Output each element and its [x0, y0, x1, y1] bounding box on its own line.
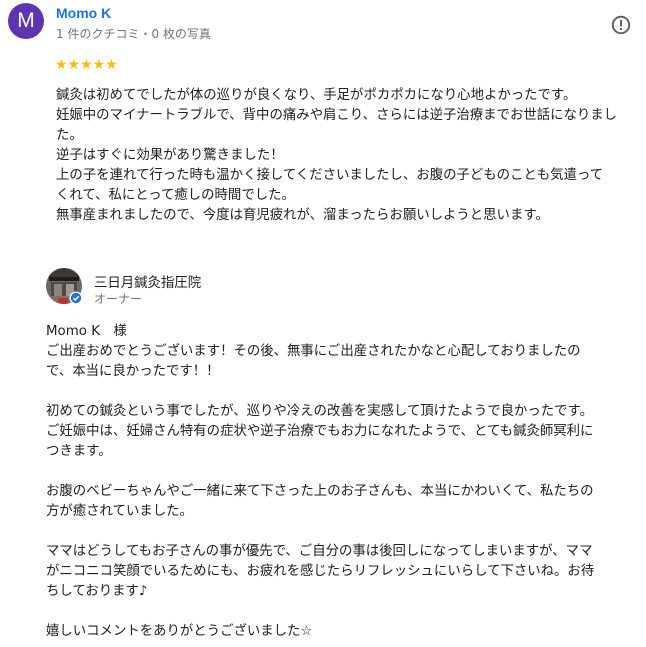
reviewer-avatar-letter: M — [17, 9, 35, 32]
reviewer-avatar[interactable]: M — [8, 3, 44, 39]
star-rating: ★★★★★ — [55, 57, 118, 73]
owner-reply-text: Momo K 様 ご出産おめでとうございます！その後、無事にご出産されたかなと心… — [46, 322, 636, 642]
review-line: 鍼灸は初めてでしたが体の巡りが良くなり、手足がポカポカになり心地よかったです。 — [56, 88, 577, 103]
reviewer-meta: 1 件のクチコミ・0 枚の写真 — [56, 27, 211, 41]
reply-line: ママはどうしてもお子さんの事が優先で、ご自分の事は後回しになってしまいますが、マ… — [46, 544, 593, 559]
reply-line: つきます。 — [46, 444, 112, 459]
reply-line: 方が癒されていました。 — [46, 504, 193, 519]
review-line: 無事産まれましたので、今度は育児疲れが、溜まったらお願いしようと思います。 — [56, 208, 549, 223]
owner-role: オーナー — [94, 292, 143, 306]
review-line: 上の子を連れて行った時も温かく接してくださいましたし、お腹の子どものことも気遣っ… — [56, 168, 604, 183]
review-line: 逆子はすぐに効果があり驚きました！ — [56, 148, 284, 163]
owner-avatar[interactable] — [46, 268, 83, 305]
review-line: くれて、私にとって癒しの時間でした。 — [56, 188, 295, 203]
reply-line: 嬉しいコメントをありがとうございました☆ — [46, 624, 313, 639]
reviewer-name[interactable]: Momo K — [56, 5, 111, 21]
reply-line: ご出産おめでとうございます！その後、無事にご出産されたかなと心配しておりましたの — [46, 344, 581, 359]
report-button[interactable] — [610, 14, 632, 36]
verified-check-icon — [70, 292, 82, 304]
report-flag-icon — [611, 15, 631, 35]
reply-line: ご妊娠中は、妊婦さん特有の症状や逆子治療でもお力になれたようで、とても鍼灸師冥利… — [46, 424, 594, 439]
reply-line: Momo K 様 — [46, 324, 127, 339]
owner-storefront-photo — [46, 268, 83, 305]
review-text: 鍼灸は初めてでしたが体の巡りが良くなり、手足がポカポカになり心地よかったです。 … — [56, 86, 641, 226]
review-line: 妊娠中のマイナートラブルで、背中の痛みや肩こり、さらには逆子治療までお世話になり… — [56, 108, 618, 123]
reply-line: お腹のベビーちゃんやご一緒に来て下さった上のお子さんも、本当にかわいくて、私たち… — [46, 484, 594, 499]
reply-line: で、本当に良かったです！！ — [46, 364, 220, 379]
owner-name: 三日月鍼灸指圧院 — [94, 276, 202, 291]
reply-line: がニコニコ笑顔でいるためにも、お疲れを感じたらリフレッシュにいらして下さいね。お… — [46, 564, 595, 579]
reply-line: ちしております♪ — [46, 584, 148, 599]
reply-line: 初めての鍼灸という事でしたが、巡りや冷えの改善を実感して頂けたようで良かったです… — [46, 404, 594, 419]
review-line: た。 — [56, 128, 83, 143]
